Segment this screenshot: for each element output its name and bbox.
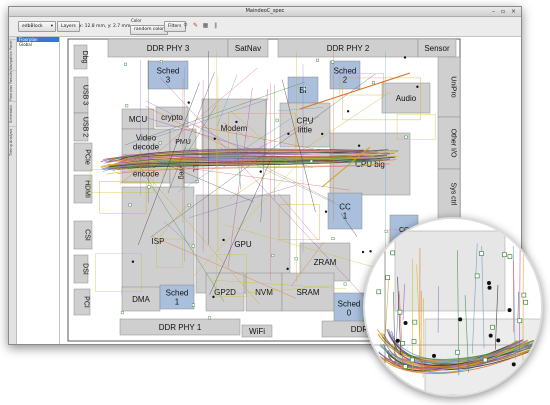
block-label: USB 2 xyxy=(82,117,89,137)
block-label: UniPro xyxy=(450,76,457,98)
block-label: NVM xyxy=(255,288,273,297)
block-label: DDR PHY 1 xyxy=(159,323,202,332)
tab-timing-analysis[interactable]: Timing Analysis xyxy=(9,126,16,157)
block-label: CSI xyxy=(84,229,91,241)
block-label: Sensor xyxy=(424,44,450,53)
dimension-readout: x: 12.8 mm, y: 2.7 mm xyxy=(79,24,131,29)
block-label: Audio xyxy=(396,94,417,103)
tab-navigation-panel[interactable]: Navigation Panel xyxy=(9,39,16,70)
module-select-value: edbBlock xyxy=(22,24,43,29)
color-label: Color xyxy=(131,18,142,23)
block-label: SatNav xyxy=(235,44,261,53)
layers-button[interactable]: Layers xyxy=(57,21,80,32)
block-label: Dbg xyxy=(81,51,88,64)
module-select[interactable]: edbBlock ▾ xyxy=(18,21,56,32)
title-bar: MaindeoC_spec – ▫ × xyxy=(9,7,521,17)
block-label: DSI xyxy=(82,263,89,275)
maximize-icon[interactable]: ▫ xyxy=(501,8,507,15)
minimize-icon[interactable]: – xyxy=(492,8,497,15)
pause-icon[interactable]: ∥ xyxy=(212,22,219,29)
window-controls: – ▫ × xyxy=(492,8,518,15)
block-label: DMA xyxy=(132,295,150,304)
block-label: HDMI xyxy=(84,180,91,198)
tree-item-global[interactable]: Global xyxy=(17,42,59,47)
color-select[interactable]: random color xyxy=(130,25,168,35)
block-label: MCU xyxy=(129,115,147,124)
block-label: ISP xyxy=(152,237,165,246)
tree-panel: Floorplan Global xyxy=(17,37,60,344)
tab-floorplan-results[interactable]: Floorplan Results xyxy=(9,70,16,101)
pen-icon[interactable]: ✎ xyxy=(192,22,199,29)
block-label: DDR PHY 3 xyxy=(147,44,190,53)
toolbar: edbBlock ▾ Layers x: 12.8 mm, y: 2.7 mm … xyxy=(9,17,521,37)
block-label: PCIe xyxy=(84,149,91,165)
block-label: SRAM xyxy=(296,288,319,297)
chevron-down-icon: ▾ xyxy=(50,24,53,29)
block-label: PCI xyxy=(83,296,90,308)
block-label: ZRAM xyxy=(314,258,337,267)
block-label: Video decode xyxy=(133,134,160,152)
magnified-view xyxy=(365,219,541,395)
close-icon[interactable]: × xyxy=(511,8,518,15)
grid-icon[interactable]: ▦ xyxy=(202,22,209,29)
window-title: MaindeoC_spec xyxy=(245,8,285,14)
block-label: Other I/O xyxy=(450,129,457,158)
block-label: GP2D xyxy=(214,288,236,297)
tab-schematic[interactable]: Schematic xyxy=(9,101,16,126)
block-label: Sys ctrl xyxy=(450,183,457,206)
block-label: USB 3 xyxy=(82,85,89,105)
block-label: WiFi xyxy=(249,327,265,336)
block-label: GPU xyxy=(234,240,252,249)
side-tab-strip: Navigation Panel Floorplan Results Schem… xyxy=(9,37,17,344)
block-label: CPU little xyxy=(297,117,314,135)
zoom-icon[interactable]: ⚲ xyxy=(182,22,189,29)
magnifier-lens xyxy=(363,217,543,397)
